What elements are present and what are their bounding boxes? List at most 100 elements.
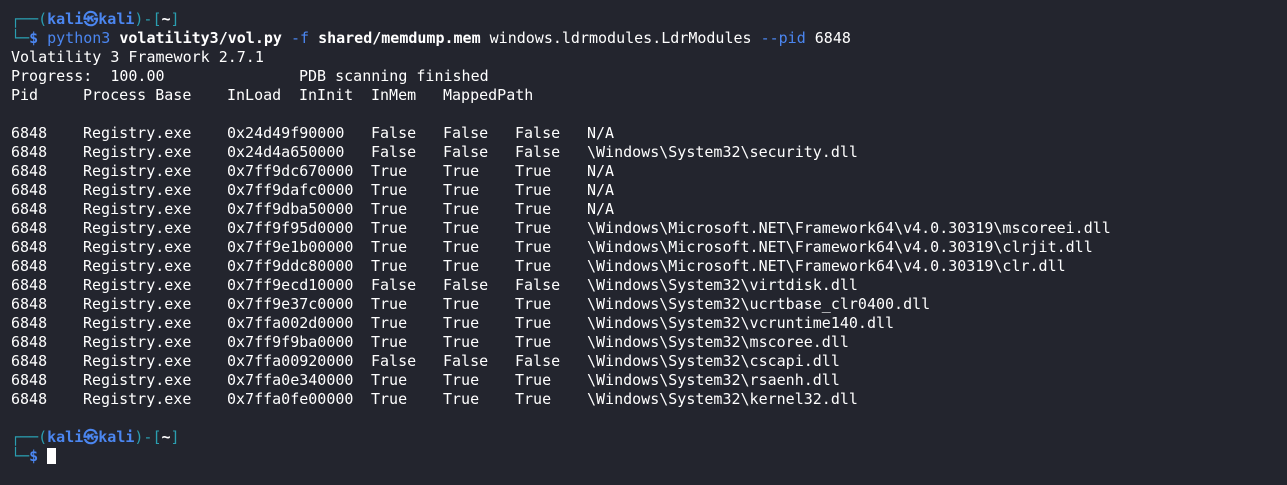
cell-ininit: True [443, 390, 480, 408]
prompt-dollar: $ [29, 29, 39, 47]
header-mappedpath: MappedPath [443, 86, 534, 104]
prompt-box-bottom: └─ [11, 29, 30, 47]
prompt-sep: )-[ [134, 10, 162, 28]
cell-pid: 6848 [11, 276, 48, 294]
cell-mappedpath: \Windows\System32\security.dll [587, 143, 858, 161]
cmd-program: python3 [47, 29, 111, 47]
cell-process: Registry.exe [83, 219, 192, 237]
prompt-user: kali [47, 428, 84, 446]
cell-inload: True [371, 200, 408, 218]
cell-inload: True [371, 257, 408, 275]
header-ininit: InInit [299, 86, 354, 104]
header-inmem: InMem [371, 86, 417, 104]
cell-pid: 6848 [11, 162, 48, 180]
cell-inload: True [371, 333, 408, 351]
input-line[interactable]: └─$ [11, 447, 1287, 466]
table-header: Pid Process Base InLoad InInit InMem MappedPa… [11, 86, 1287, 105]
cell-base: 0x7ffa0fe00000 [227, 390, 354, 408]
cell-pid: 6848 [11, 314, 48, 332]
progress-status: PDB scanning finished [299, 67, 489, 85]
cell-inload: True [371, 390, 408, 408]
table-row: 6848 Registry.exe 0x7ff9f95d0000 True True Tr… [11, 219, 1287, 238]
table-row: 6848 Registry.exe 0x7ff9dc670000 True True Tr… [11, 162, 1287, 181]
prompt-box-bottom: └─ [11, 447, 30, 465]
cell-inmem: False [515, 352, 561, 370]
cell-base: 0x24d4a650000 [227, 143, 345, 161]
cell-pid: 6848 [11, 238, 48, 256]
cell-ininit: True [443, 295, 480, 313]
cmd-pid: 6848 [814, 29, 851, 47]
framework-line: Volatility 3 Framework 2.7.1 [11, 48, 264, 66]
cell-process: Registry.exe [83, 314, 192, 332]
cell-inload: True [371, 295, 408, 313]
cell-base: 0x7ff9ddc80000 [227, 257, 354, 275]
prompt-dollar: $ [29, 447, 39, 465]
cell-pid: 6848 [11, 219, 48, 237]
prompt-box-top: ┌──( [11, 428, 48, 446]
cell-inmem: True [515, 371, 552, 389]
cell-ininit: True [443, 181, 480, 199]
cell-ininit: True [443, 257, 480, 275]
cell-inmem: True [515, 333, 552, 351]
cell-mappedpath: \Windows\System32\mscoree.dll [587, 333, 849, 351]
cell-ininit: True [443, 219, 480, 237]
cell-inload: True [371, 314, 408, 332]
header-inload: InLoad [227, 86, 282, 104]
cell-pid: 6848 [11, 124, 48, 142]
prompt-dir: ~ [161, 10, 171, 28]
terminal-window[interactable]: ┌──(kali㉿kali)-[~] └─$ python3 volatilit… [0, 0, 1287, 485]
cell-process: Registry.exe [83, 390, 192, 408]
cmd-flag-pid: --pid [760, 29, 806, 47]
prompt-box-top: ┌──( [11, 10, 48, 28]
cell-ininit: True [443, 238, 480, 256]
cell-inmem: True [515, 257, 552, 275]
command-line: └─$ python3 volatility3/vol.py -f shared… [11, 29, 1287, 48]
cell-process: Registry.exe [83, 371, 192, 389]
table-row: 6848 Registry.exe 0x7ffa002d0000 True True Tr… [11, 314, 1287, 333]
cell-inmem: True [515, 181, 552, 199]
cell-base: 0x7ff9ecd10000 [227, 276, 354, 294]
cell-inload: True [371, 162, 408, 180]
cmd-flag-f: -f [290, 29, 310, 47]
cell-pid: 6848 [11, 333, 48, 351]
cell-mappedpath: \Windows\Microsoft.NET\Framework64\v4.0.… [587, 238, 1093, 256]
table-row: 6848 Registry.exe 0x7ffa0e340000 True True Tr… [11, 371, 1287, 390]
cell-mappedpath: \Windows\System32\ucrtbase_clr0400.dll [587, 295, 931, 313]
cell-inload: False [371, 352, 417, 370]
cell-mappedpath: \Windows\Microsoft.NET\Framework64\v4.0.… [587, 257, 1066, 275]
cell-base: 0x7ff9dafc0000 [227, 181, 354, 199]
prompt-at: ㉿ [83, 428, 99, 446]
text-cursor[interactable] [47, 448, 57, 464]
cell-process: Registry.exe [83, 352, 192, 370]
table-row: 6848 Registry.exe 0x24d4a650000 False False F… [11, 143, 1287, 162]
cell-inmem: False [515, 143, 561, 161]
prompt-line-1: ┌──(kali㉿kali)-[~] [11, 10, 1287, 29]
cell-process: Registry.exe [83, 295, 192, 313]
cell-ininit: True [443, 200, 480, 218]
progress-label: Progress: 100.00 [11, 67, 165, 85]
cell-ininit: False [443, 143, 489, 161]
cell-pid: 6848 [11, 295, 48, 313]
cell-base: 0x7ff9dba50000 [227, 200, 354, 218]
header-pid: Pid [11, 86, 39, 104]
cell-base: 0x24d49f90000 [227, 124, 345, 142]
cell-inload: True [371, 371, 408, 389]
prompt-sep: )-[ [134, 428, 162, 446]
cell-mappedpath: \Windows\System32\rsaenh.dll [587, 371, 840, 389]
table-row: 6848 Registry.exe 0x7ffa0fe00000 True True Tr… [11, 390, 1287, 409]
cell-process: Registry.exe [83, 124, 192, 142]
header-process: Process Base [83, 86, 192, 104]
cell-process: Registry.exe [83, 276, 192, 294]
cell-inload: True [371, 238, 408, 256]
cell-base: 0x7ff9e1b00000 [227, 238, 354, 256]
cell-inload: True [371, 219, 408, 237]
cell-ininit: False [443, 124, 489, 142]
cell-base: 0x7ffa00920000 [227, 352, 354, 370]
cell-mappedpath: N/A [587, 124, 615, 142]
cell-mappedpath: \Windows\System32\virtdisk.dll [587, 276, 858, 294]
table-row: 6848 Registry.exe 0x7ff9dafc0000 True True Tr… [11, 181, 1287, 200]
cmd-plugin: windows.ldrmodules.LdrModules [489, 29, 752, 47]
cell-inmem: True [515, 238, 552, 256]
prompt-line-2: ┌──(kali㉿kali)-[~] [11, 428, 1287, 447]
